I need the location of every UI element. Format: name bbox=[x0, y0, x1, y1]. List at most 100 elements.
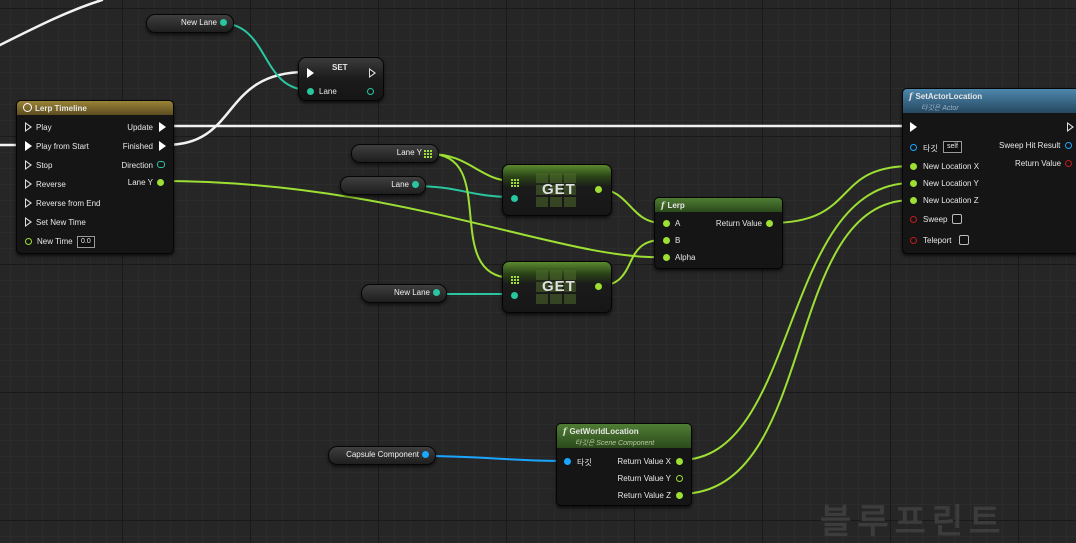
object-wire-capsule bbox=[422, 455, 568, 462]
function-icon: f bbox=[563, 426, 567, 436]
sweep-checkbox[interactable] bbox=[952, 214, 962, 224]
var-new-lane-mid[interactable]: New Lane bbox=[361, 284, 447, 303]
get-world-location-title: GetWorldLocation bbox=[569, 427, 639, 436]
finished-pin[interactable] bbox=[159, 141, 166, 151]
exec-out-pin[interactable] bbox=[369, 68, 376, 78]
lerp-title: Lerp bbox=[667, 201, 685, 210]
set-actor-location-title: SetActorLocation bbox=[915, 92, 983, 101]
value-out-pin[interactable] bbox=[595, 186, 602, 193]
set-new-time-pin[interactable] bbox=[25, 217, 32, 227]
stop-pin[interactable] bbox=[25, 160, 32, 170]
var-label: New Lane bbox=[393, 288, 430, 297]
return-x-label: Return Value X bbox=[617, 457, 671, 466]
return-value-label: Return Value bbox=[715, 219, 762, 228]
array-in-pin[interactable] bbox=[511, 276, 519, 284]
index-in-pin[interactable] bbox=[511, 195, 518, 202]
new-time-pin[interactable] bbox=[25, 238, 32, 245]
array-pin[interactable] bbox=[424, 150, 432, 158]
reverse-pin[interactable] bbox=[25, 179, 32, 189]
lane-in-pin[interactable] bbox=[307, 88, 314, 95]
play-from-start-pin[interactable] bbox=[25, 141, 32, 151]
var-lane-y[interactable]: Lane Y bbox=[351, 144, 439, 163]
direction-label: Direction bbox=[121, 161, 153, 170]
target-label: 타깃 bbox=[577, 458, 592, 467]
reverse-from-end-pin[interactable] bbox=[25, 198, 32, 208]
sweep-label: Sweep bbox=[923, 215, 948, 224]
exec-out-pin[interactable] bbox=[1067, 122, 1074, 132]
sweep-hit-result-label: Sweep Hit Result bbox=[999, 141, 1061, 150]
target-pin[interactable] bbox=[564, 458, 571, 465]
play-pin[interactable] bbox=[25, 122, 32, 132]
new-location-z-label: New Location Z bbox=[923, 196, 979, 205]
new-time-label: New Time bbox=[37, 237, 73, 246]
target-pin[interactable] bbox=[910, 144, 917, 151]
return-value-pin[interactable] bbox=[1065, 160, 1072, 167]
return-x-pin[interactable] bbox=[676, 458, 683, 465]
a-pin[interactable] bbox=[663, 220, 670, 227]
b-pin[interactable] bbox=[663, 237, 670, 244]
var-new-lane-top[interactable]: New Lane bbox=[146, 14, 234, 33]
lane-out-pin[interactable] bbox=[367, 88, 374, 95]
function-icon: f bbox=[661, 200, 665, 210]
float-wire-lerp-x bbox=[769, 165, 913, 224]
var-lane[interactable]: Lane bbox=[340, 176, 426, 195]
new-time-input[interactable]: 0.0 bbox=[77, 236, 95, 248]
lane-label: Lane bbox=[319, 87, 337, 96]
return-z-pin[interactable] bbox=[676, 492, 683, 499]
return-value-label: Return Value bbox=[1015, 159, 1062, 168]
int-pin[interactable] bbox=[433, 289, 440, 296]
value-out-pin[interactable] bbox=[595, 283, 602, 290]
return-y-pin[interactable] bbox=[676, 475, 683, 482]
var-label: Lane bbox=[391, 180, 409, 189]
set-actor-location-node[interactable]: f SetActorLocation 타깃은 Actor 타깃 self New … bbox=[902, 88, 1076, 254]
target-label: 타깃 bbox=[923, 144, 938, 153]
set-title: SET bbox=[332, 63, 348, 72]
alpha-pin[interactable] bbox=[663, 254, 670, 261]
new-location-x-pin[interactable] bbox=[910, 163, 917, 170]
lerp-header: f Lerp bbox=[655, 198, 782, 212]
teleport-pin[interactable] bbox=[910, 237, 917, 244]
array-in-pin[interactable] bbox=[511, 179, 519, 187]
int-pin[interactable] bbox=[220, 19, 227, 26]
lerp-timeline-node[interactable]: Lerp Timeline Play Play from Start Stop … bbox=[16, 100, 174, 254]
set-node[interactable]: SET Lane bbox=[298, 57, 384, 101]
timeline-header: Lerp Timeline bbox=[17, 101, 173, 115]
sweep-pin[interactable] bbox=[910, 216, 917, 223]
get-node-2[interactable]: GET bbox=[502, 261, 612, 313]
play-label: Play bbox=[36, 123, 52, 132]
stop-label: Stop bbox=[36, 161, 53, 170]
get-node-1[interactable]: GET bbox=[502, 164, 612, 216]
new-location-y-pin[interactable] bbox=[910, 180, 917, 187]
function-icon: f bbox=[909, 91, 913, 101]
sweep-hit-result-pin[interactable] bbox=[1065, 142, 1072, 149]
b-label: B bbox=[675, 236, 681, 245]
lane-y-out-pin[interactable] bbox=[157, 179, 164, 186]
get-world-location-node[interactable]: f GetWorldLocation 타깃은 Scene Component 타깃… bbox=[556, 423, 692, 506]
timeline-title: Lerp Timeline bbox=[35, 104, 87, 113]
var-label: Capsule Component bbox=[346, 450, 419, 459]
exec-in-pin[interactable] bbox=[307, 68, 314, 78]
var-label: New Lane bbox=[180, 18, 217, 27]
update-pin[interactable] bbox=[159, 122, 166, 132]
index-in-pin[interactable] bbox=[511, 292, 518, 299]
new-location-z-pin[interactable] bbox=[910, 197, 917, 204]
return-z-label: Return Value Z bbox=[617, 491, 671, 500]
a-label: A bbox=[675, 219, 681, 228]
alpha-label: Alpha bbox=[675, 253, 696, 262]
exec-in-pin[interactable] bbox=[910, 122, 917, 132]
direction-pin[interactable] bbox=[157, 161, 165, 168]
set-new-time-label: Set New Time bbox=[36, 218, 86, 227]
object-pin[interactable] bbox=[422, 451, 429, 458]
target-self-field[interactable]: self bbox=[943, 141, 962, 153]
float-arr-wire-get1 bbox=[429, 153, 514, 182]
set-actor-location-subtitle: 타깃은 Actor bbox=[921, 105, 959, 112]
lane-y-label: Lane Y bbox=[127, 178, 153, 187]
int-pin[interactable] bbox=[412, 181, 419, 188]
update-label: Update bbox=[127, 123, 153, 132]
return-value-pin[interactable] bbox=[766, 220, 773, 227]
lerp-node[interactable]: f Lerp A B Alpha Return Value bbox=[654, 197, 783, 269]
var-capsule-component[interactable]: Capsule Component bbox=[328, 446, 436, 465]
return-y-label: Return Value Y bbox=[617, 474, 671, 483]
teleport-checkbox[interactable] bbox=[959, 235, 969, 245]
teleport-label: Teleport bbox=[923, 236, 952, 245]
